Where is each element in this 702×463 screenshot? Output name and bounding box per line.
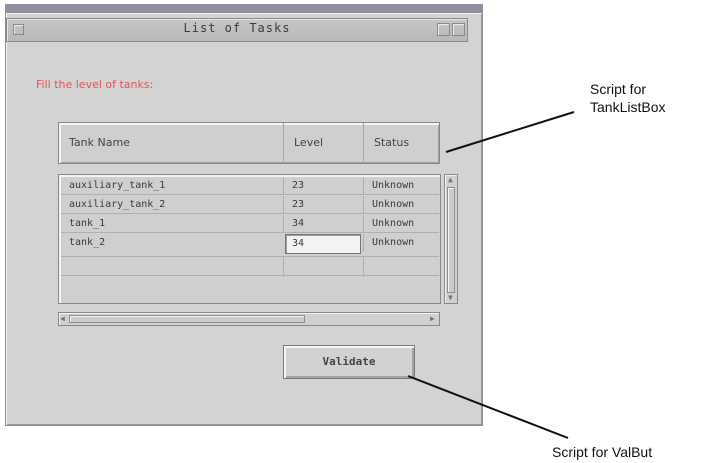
- annotation-lines: [407, 111, 575, 439]
- annotation-line: TankListBox: [590, 99, 666, 115]
- button-pointer-line: [407, 375, 569, 439]
- listbox-pointer-line: [445, 111, 575, 153]
- annotation-line: Script for: [590, 81, 647, 97]
- button-script-annotation: Script for ValBut: [552, 444, 653, 460]
- listbox-script-annotation: Script for TankListBox: [590, 80, 665, 116]
